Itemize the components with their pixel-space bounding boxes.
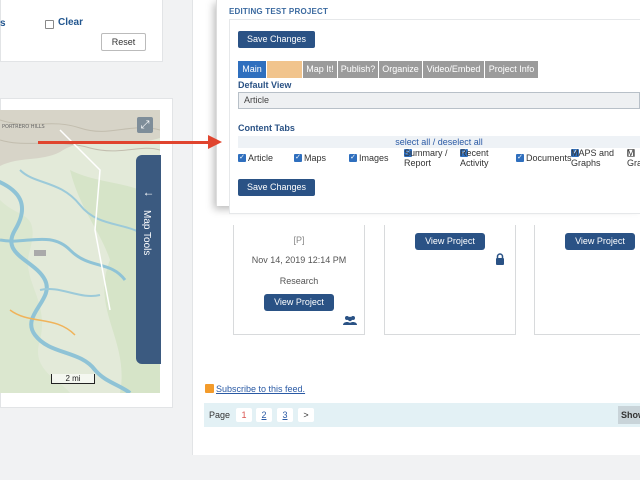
tab-video-embed[interactable]: Video/Embed [423, 61, 484, 78]
project-card: View Project [534, 225, 640, 335]
view-project-button[interactable]: View Project [565, 233, 635, 250]
page-footer-gap [0, 455, 640, 480]
tab-publish[interactable]: Publish? [338, 61, 378, 78]
map-tools-label: Map Tools [141, 210, 152, 256]
select-all-link[interactable]: select all [395, 137, 430, 147]
show-count-select[interactable]: Show [618, 406, 640, 424]
checkbox-images[interactable]: ✓ [349, 154, 357, 162]
deselect-all-link[interactable]: deselect all [438, 137, 483, 147]
filter-label-partial: s [0, 18, 6, 29]
content-tabs-label: Content Tabs [238, 123, 295, 133]
page-2[interactable]: 2 [256, 408, 272, 422]
next-page-button[interactable]: > [298, 408, 314, 422]
checkbox-article[interactable]: ✓ [238, 154, 246, 162]
page-3[interactable]: 3 [277, 408, 293, 422]
save-changes-button-top[interactable]: Save Changes [238, 31, 315, 48]
tab-project-info[interactable]: Project Info [485, 61, 538, 78]
clear-checkbox[interactable] [45, 20, 54, 29]
map-scale-bar: 2 mi [51, 374, 95, 384]
page-1[interactable]: 1 [236, 408, 252, 422]
option-maps-and-graphs-label: MAPS and Graphs [571, 148, 615, 168]
annotation-arrow-shaft [38, 141, 211, 144]
pagination-label: Page [209, 410, 231, 420]
reset-button[interactable]: Reset [101, 33, 146, 51]
checkbox-documents[interactable]: ✓ [516, 154, 524, 162]
option-maps-label: Maps [304, 153, 327, 163]
lock-icon [496, 253, 504, 265]
rss-feed-row: Subscribe to this feed. [205, 384, 305, 394]
project-category: Research [279, 276, 319, 286]
option-images-label: Images [359, 153, 389, 163]
subscribe-feed-link[interactable]: Subscribe to this feed. [216, 384, 305, 394]
option-summary-report-label: Summary / Report [404, 148, 448, 168]
clear-label[interactable]: Clear [58, 17, 83, 28]
option-recent-activity-label: Recent Activity [460, 148, 489, 168]
view-project-button[interactable]: View Project [415, 233, 485, 250]
tab-map-it[interactable]: Map It! [303, 61, 337, 78]
group-icon [343, 316, 357, 325]
pagination-bar: Page 1 2 3 > Show [204, 403, 640, 427]
default-view-select[interactable]: Article [238, 92, 640, 109]
project-tag: [P] [293, 235, 305, 245]
expand-icon[interactable]: ⤢ [137, 117, 153, 133]
default-view-label: Default View [238, 80, 292, 90]
option-extra-label: M Gra [627, 148, 640, 168]
project-card: [P] Nov 14, 2019 12:14 PM Research View … [233, 225, 365, 335]
tab-layout[interactable]: Layout [267, 61, 302, 78]
checkbox-maps[interactable]: ✓ [294, 154, 302, 162]
annotation-arrow-head [208, 135, 222, 149]
view-project-button[interactable]: View Project [264, 294, 334, 311]
arrow-left-icon: ← [142, 185, 155, 199]
project-date: Nov 14, 2019 12:14 PM [251, 255, 347, 265]
rss-icon [205, 384, 214, 393]
map-place-label: PORTRERO HILLS [2, 124, 45, 130]
select-all-row: select all / deselect all [238, 136, 640, 148]
save-changes-button-bottom[interactable]: Save Changes [238, 179, 315, 196]
option-article-label: Article [248, 153, 274, 163]
select-separator: / [430, 137, 438, 147]
tab-main[interactable]: Main [238, 61, 266, 78]
option-documents-label: Documents [526, 153, 572, 163]
tab-organize[interactable]: Organize [379, 61, 422, 78]
filter-panel [0, 0, 163, 62]
project-card: View Project [384, 225, 516, 335]
modal-title: EDITING TEST PROJECT [229, 7, 329, 16]
map-tools-tab[interactable]: ← Map Tools [136, 155, 161, 364]
